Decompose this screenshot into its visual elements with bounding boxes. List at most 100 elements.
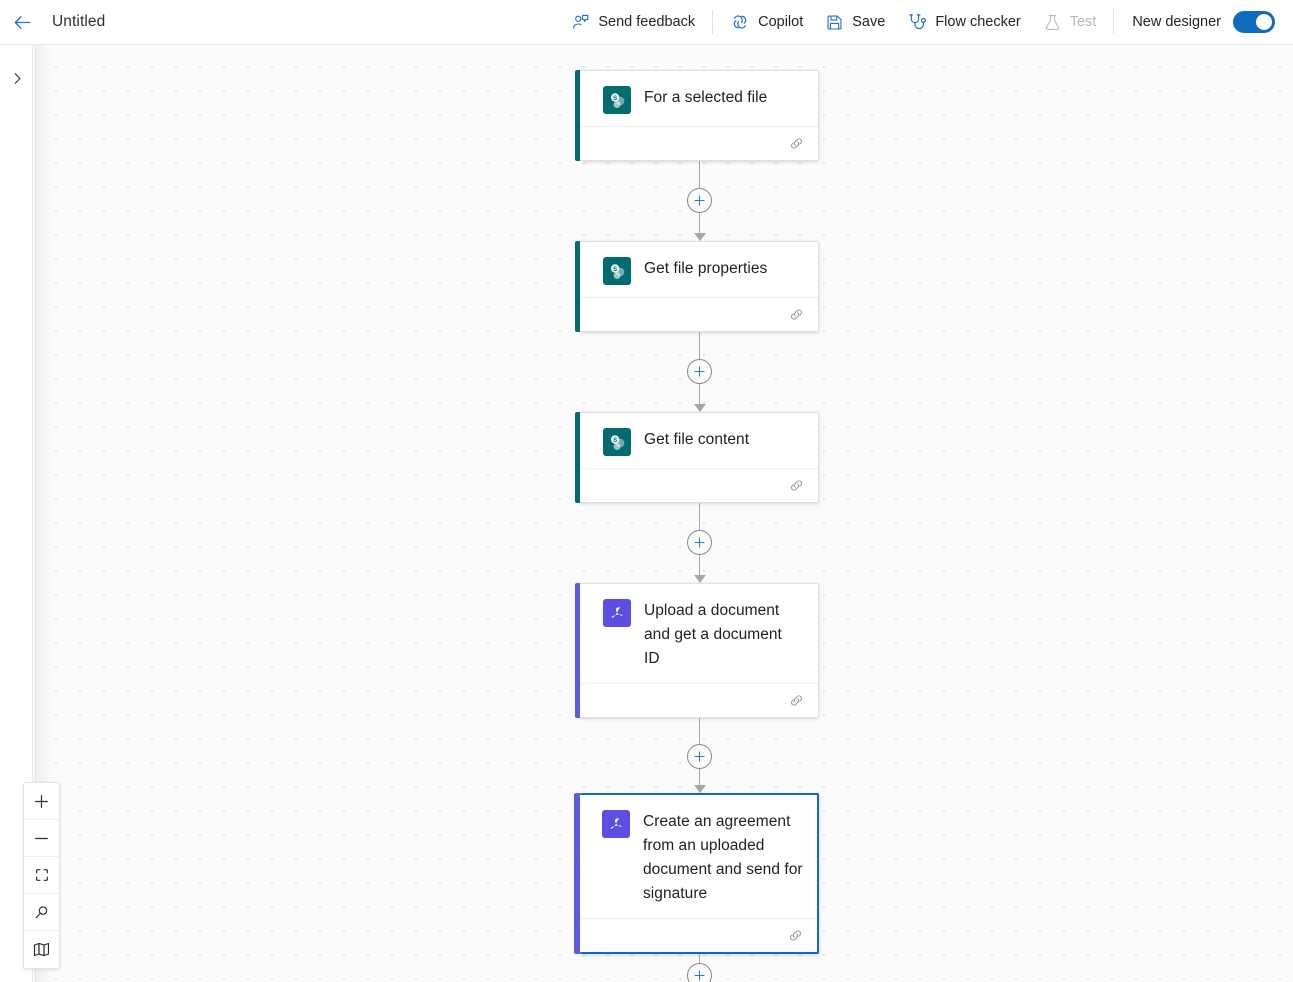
- node-header: S For a selected file: [580, 71, 818, 126]
- minimap-button[interactable]: [24, 931, 59, 968]
- connector-line: [698, 954, 701, 963]
- flow-connector-2: [580, 332, 819, 412]
- connector-arrow: [693, 404, 706, 412]
- connector-line: [698, 769, 701, 785]
- connector-line: [698, 503, 701, 530]
- connector-line: [698, 718, 701, 744]
- sharepoint-icon: S: [603, 257, 631, 285]
- node-header: Upload a document and get a document ID: [580, 584, 818, 683]
- node-title: Create an agreement from an uploaded doc…: [643, 813, 803, 902]
- link-icon[interactable]: [788, 692, 805, 709]
- connector-line: [698, 332, 701, 359]
- node-footer: [580, 297, 818, 331]
- insert-step-button[interactable]: [687, 359, 712, 384]
- flow-connector-3: [580, 503, 819, 583]
- save-button[interactable]: Save: [814, 0, 896, 44]
- flow-node-upload-a-document[interactable]: Upload a document and get a document ID: [575, 583, 819, 718]
- add-step-button[interactable]: [687, 963, 712, 982]
- adobe-acrobat-sign-icon: [602, 810, 630, 838]
- node-footer: [580, 126, 818, 160]
- node-accent-bar: [575, 241, 580, 332]
- insert-step-button[interactable]: [687, 530, 712, 555]
- zoom-out-button[interactable]: [24, 820, 59, 857]
- flow-node-get-file-content[interactable]: S Get file content: [575, 412, 819, 503]
- flow-connector-1: [580, 161, 819, 241]
- search-icon: [35, 905, 48, 918]
- adobe-acrobat-sign-icon: [603, 599, 631, 627]
- sharepoint-icon: S: [603, 428, 631, 456]
- plus-icon: [694, 970, 705, 981]
- node-accent-bar: [575, 70, 580, 161]
- copilot-label: Copilot: [758, 14, 804, 30]
- svg-text:S: S: [613, 267, 617, 273]
- toggle-knob: [1256, 14, 1272, 30]
- connector-line: [698, 384, 701, 404]
- test-label: Test: [1069, 14, 1097, 30]
- search-button[interactable]: [24, 894, 59, 931]
- svg-text:S: S: [613, 438, 617, 444]
- back-button[interactable]: [0, 0, 44, 44]
- copilot-button[interactable]: Copilot: [719, 0, 814, 44]
- node-accent-bar: [575, 412, 580, 503]
- plus-icon: [694, 366, 705, 377]
- plus-icon: [694, 537, 705, 548]
- save-disk-icon: [825, 13, 844, 32]
- node-title: For a selected file: [644, 89, 768, 106]
- insert-step-button[interactable]: [687, 188, 712, 213]
- flow-graph: S For a selected file S Get file propert…: [546, 45, 846, 982]
- connector-arrow: [693, 785, 706, 793]
- map-icon: [33, 942, 50, 957]
- flow-checker-button[interactable]: Flow checker: [896, 0, 1031, 44]
- flow-connector-5: [580, 954, 819, 982]
- node-header: S Get file properties: [580, 242, 818, 297]
- svg-text:S: S: [613, 96, 617, 102]
- node-accent-bar: [575, 583, 580, 718]
- command-separator: [712, 10, 714, 34]
- command-separator-2: [1113, 10, 1115, 34]
- flow-node-create-an-agreement[interactable]: Create an agreement from an uploaded doc…: [574, 793, 819, 954]
- node-footer: [580, 683, 818, 717]
- zoom-in-button[interactable]: [24, 783, 59, 820]
- plus-icon: [35, 794, 48, 808]
- fit-to-screen-button[interactable]: [24, 857, 59, 894]
- chevron-right-icon: [10, 71, 25, 86]
- link-icon[interactable]: [788, 135, 805, 152]
- sharepoint-icon: S: [603, 86, 631, 114]
- test-button[interactable]: Test: [1032, 0, 1108, 44]
- node-footer: [580, 918, 817, 952]
- flow-connector-4: [580, 718, 819, 793]
- expand-panel-button[interactable]: [6, 67, 28, 89]
- flow-node-get-file-properties[interactable]: S Get file properties: [575, 241, 819, 332]
- connector-arrow: [693, 233, 706, 241]
- node-title: Get file properties: [644, 260, 768, 277]
- save-label: Save: [852, 14, 886, 30]
- flow-checker-label: Flow checker: [935, 14, 1021, 30]
- plus-icon: [694, 751, 705, 762]
- node-header: S Get file content: [580, 413, 818, 468]
- node-title: Upload a document and get a document ID: [644, 602, 782, 667]
- node-accent-bar: [574, 793, 580, 954]
- node-footer: [580, 468, 818, 502]
- send-feedback-button[interactable]: Send feedback: [560, 0, 706, 44]
- node-header: Create an agreement from an uploaded doc…: [580, 795, 817, 918]
- zoom-controls: [23, 782, 60, 969]
- flow-canvas[interactable]: S For a selected file S Get file propert…: [34, 45, 1293, 982]
- page-title: Untitled: [52, 13, 106, 30]
- link-icon[interactable]: [788, 477, 805, 494]
- send-feedback-label: Send feedback: [598, 14, 696, 30]
- connector-arrow: [693, 575, 706, 583]
- fit-to-screen-icon: [35, 869, 48, 881]
- link-icon[interactable]: [788, 306, 805, 323]
- command-bar: Untitled Send feedback Copilot Save Flow…: [0, 0, 1293, 45]
- arrow-left-icon: [12, 12, 33, 33]
- node-title: Get file content: [644, 431, 750, 448]
- new-designer-toggle[interactable]: [1233, 11, 1275, 33]
- flow-node-for-a-selected-file[interactable]: S For a selected file: [575, 70, 819, 161]
- link-icon[interactable]: [787, 927, 804, 944]
- insert-step-button[interactable]: [687, 744, 712, 769]
- minus-icon: [35, 837, 48, 839]
- stethoscope-icon: [907, 12, 927, 32]
- new-designer-label: New designer: [1132, 14, 1221, 30]
- copilot-icon: [730, 12, 750, 32]
- plus-icon: [694, 195, 705, 206]
